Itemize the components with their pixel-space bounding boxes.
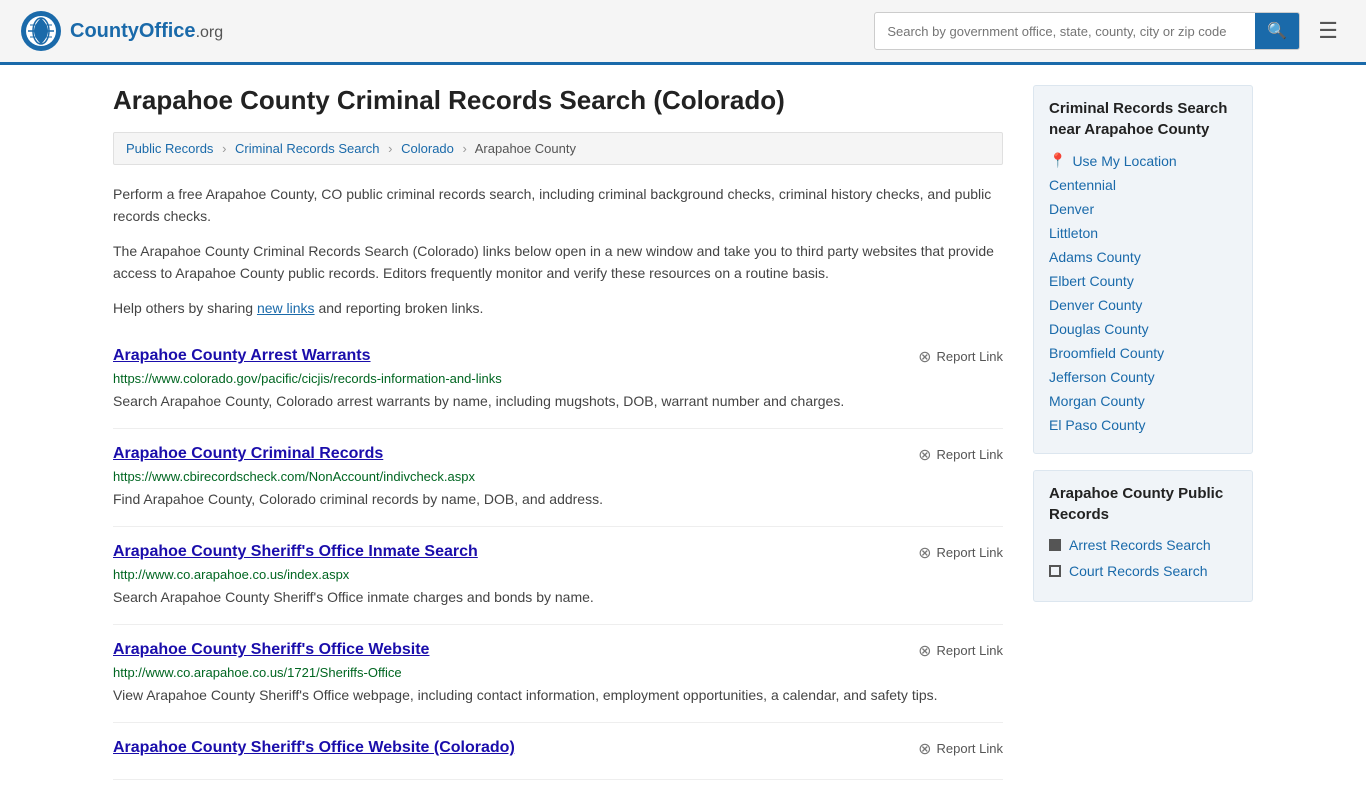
report-icon-3: ⊗ bbox=[918, 641, 931, 661]
nearby-adams-county[interactable]: Adams County bbox=[1049, 249, 1237, 265]
result-url-0: https://www.colorado.gov/pacific/cicjis/… bbox=[113, 371, 1003, 386]
result-title-3[interactable]: Arapahoe County Sheriff's Office Website bbox=[113, 641, 429, 659]
result-desc-0: Search Arapahoe County, Colorado arrest … bbox=[113, 391, 1003, 412]
result-url-3: http://www.co.arapahoe.co.us/1721/Sherif… bbox=[113, 665, 1003, 680]
nearby-jefferson-county[interactable]: Jefferson County bbox=[1049, 369, 1237, 385]
nearby-centennial[interactable]: Centennial bbox=[1049, 177, 1237, 193]
nearby-elbert-county[interactable]: Elbert County bbox=[1049, 273, 1237, 289]
records-court[interactable]: Court Records Search bbox=[1049, 563, 1237, 579]
result-url-1: https://www.cbirecordscheck.com/NonAccou… bbox=[113, 469, 1003, 484]
nearby-box: Criminal Records Search near Arapahoe Co… bbox=[1033, 85, 1253, 454]
description-3-prefix: Help others by sharing bbox=[113, 300, 257, 316]
nearby-el-paso-county[interactable]: El Paso County bbox=[1049, 417, 1237, 433]
filled-square-icon bbox=[1049, 539, 1061, 551]
logo-icon bbox=[20, 10, 62, 52]
report-label-2: Report Link bbox=[937, 545, 1003, 560]
description-1: Perform a free Arapahoe County, CO publi… bbox=[113, 183, 1003, 228]
breadcrumb-current: Arapahoe County bbox=[475, 141, 576, 156]
nearby-morgan-county[interactable]: Morgan County bbox=[1049, 393, 1237, 409]
search-input[interactable] bbox=[875, 16, 1255, 47]
report-label-3: Report Link bbox=[937, 643, 1003, 658]
report-link-4[interactable]: ⊗ Report Link bbox=[918, 739, 1003, 759]
report-link-2[interactable]: ⊗ Report Link bbox=[918, 543, 1003, 563]
breadcrumb: Public Records › Criminal Records Search… bbox=[113, 132, 1003, 165]
result-title-0[interactable]: Arapahoe County Arrest Warrants bbox=[113, 347, 371, 365]
report-icon-0: ⊗ bbox=[918, 347, 931, 367]
nearby-title: Criminal Records Search near Arapahoe Co… bbox=[1049, 98, 1237, 140]
description-3: Help others by sharing new links and rep… bbox=[113, 297, 1003, 319]
result-item-2: Arapahoe County Sheriff's Office Inmate … bbox=[113, 527, 1003, 625]
breadcrumb-public-records[interactable]: Public Records bbox=[126, 141, 213, 156]
report-link-1[interactable]: ⊗ Report Link bbox=[918, 445, 1003, 465]
result-item-4: Arapahoe County Sheriff's Office Website… bbox=[113, 723, 1003, 780]
results-list: Arapahoe County Arrest Warrants ⊗ Report… bbox=[113, 331, 1003, 780]
header-right: 🔍 ☰ bbox=[874, 12, 1346, 50]
logo-area: CountyOffice.org bbox=[20, 10, 223, 52]
hamburger-icon: ☰ bbox=[1318, 18, 1338, 43]
logo-text: CountyOffice.org bbox=[70, 20, 223, 43]
result-desc-2: Search Arapahoe County Sheriff's Office … bbox=[113, 587, 1003, 608]
nearby-littleton[interactable]: Littleton bbox=[1049, 225, 1237, 241]
new-links-link[interactable]: new links bbox=[257, 300, 315, 316]
nearby-denver[interactable]: Denver bbox=[1049, 201, 1237, 217]
result-item-0: Arapahoe County Arrest Warrants ⊗ Report… bbox=[113, 331, 1003, 429]
result-title-1[interactable]: Arapahoe County Criminal Records bbox=[113, 445, 383, 463]
result-desc-1: Find Arapahoe County, Colorado criminal … bbox=[113, 489, 1003, 510]
report-icon-4: ⊗ bbox=[918, 739, 931, 759]
result-url-2: http://www.co.arapahoe.co.us/index.aspx bbox=[113, 567, 1003, 582]
search-icon: 🔍 bbox=[1267, 23, 1287, 40]
records-box: Arapahoe County Public Records Arrest Re… bbox=[1033, 470, 1253, 602]
breadcrumb-criminal-records[interactable]: Criminal Records Search bbox=[235, 141, 380, 156]
report-link-0[interactable]: ⊗ Report Link bbox=[918, 347, 1003, 367]
report-label-0: Report Link bbox=[937, 349, 1003, 364]
report-link-3[interactable]: ⊗ Report Link bbox=[918, 641, 1003, 661]
result-title-4[interactable]: Arapahoe County Sheriff's Office Website… bbox=[113, 739, 515, 757]
outline-square-icon bbox=[1049, 565, 1061, 577]
content-area: Arapahoe County Criminal Records Search … bbox=[113, 85, 1003, 780]
report-label-1: Report Link bbox=[937, 447, 1003, 462]
search-button[interactable]: 🔍 bbox=[1255, 13, 1299, 49]
site-header: CountyOffice.org 🔍 ☰ bbox=[0, 0, 1366, 65]
report-icon-2: ⊗ bbox=[918, 543, 931, 563]
hamburger-menu-button[interactable]: ☰ bbox=[1310, 14, 1346, 48]
search-bar: 🔍 bbox=[874, 12, 1300, 50]
page-title: Arapahoe County Criminal Records Search … bbox=[113, 85, 1003, 116]
result-item-3: Arapahoe County Sheriff's Office Website… bbox=[113, 625, 1003, 723]
sidebar: Criminal Records Search near Arapahoe Co… bbox=[1033, 85, 1253, 780]
use-my-location-link[interactable]: 📍 Use My Location bbox=[1049, 152, 1237, 169]
result-desc-3: View Arapahoe County Sheriff's Office we… bbox=[113, 685, 1003, 706]
report-label-4: Report Link bbox=[937, 741, 1003, 756]
nearby-douglas-county[interactable]: Douglas County bbox=[1049, 321, 1237, 337]
result-title-2[interactable]: Arapahoe County Sheriff's Office Inmate … bbox=[113, 543, 478, 561]
location-icon: 📍 bbox=[1049, 152, 1066, 169]
description-2: The Arapahoe County Criminal Records Sea… bbox=[113, 240, 1003, 285]
report-icon-1: ⊗ bbox=[918, 445, 931, 465]
breadcrumb-colorado[interactable]: Colorado bbox=[401, 141, 454, 156]
use-my-location-anchor[interactable]: Use My Location bbox=[1072, 153, 1176, 169]
nearby-denver-county[interactable]: Denver County bbox=[1049, 297, 1237, 313]
description-3-suffix: and reporting broken links. bbox=[315, 300, 484, 316]
nearby-broomfield-county[interactable]: Broomfield County bbox=[1049, 345, 1237, 361]
records-title: Arapahoe County Public Records bbox=[1049, 483, 1237, 525]
main-container: Arapahoe County Criminal Records Search … bbox=[83, 65, 1283, 800]
result-item-1: Arapahoe County Criminal Records ⊗ Repor… bbox=[113, 429, 1003, 527]
records-arrest[interactable]: Arrest Records Search bbox=[1049, 537, 1237, 553]
